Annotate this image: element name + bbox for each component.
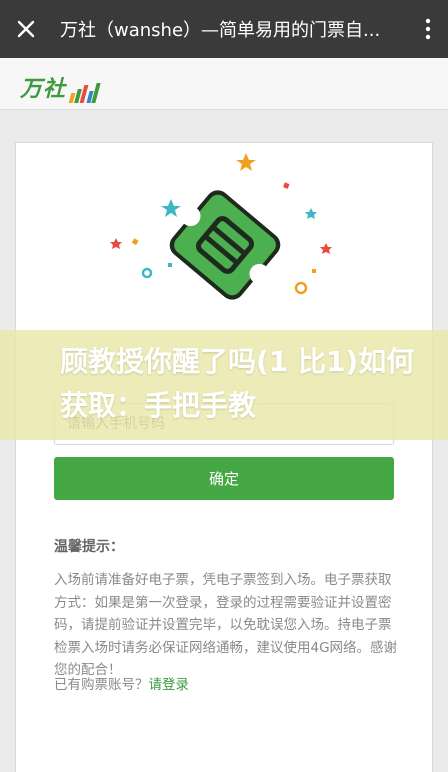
tips-title: 温馨提示： [54, 539, 124, 555]
top-bar: 万社（wanshe）—简单易用的门票自... [0, 0, 448, 58]
site-logo[interactable]: 万社 [20, 71, 101, 103]
login-link[interactable]: 请登录 [149, 677, 190, 693]
logo-bars-icon [68, 81, 101, 103]
confirm-button[interactable]: 确定 [54, 457, 394, 500]
ticket-icon [169, 190, 281, 300]
logo-text: 万社 [20, 77, 67, 102]
watermark-text: 顾教授你醒了吗(1 比1)如何获取：手把手教 [60, 345, 415, 422]
login-prompt: 已有购票账号？请登录 [54, 673, 189, 693]
close-button[interactable] [0, 0, 52, 58]
ticket-illustration [110, 153, 332, 300]
login-card: 确定 温馨提示： 入场前请准备好电子票，凭电子票签到入场。电子票获取方式：如果是… [15, 142, 433, 772]
site-header: 万社 [0, 58, 448, 110]
window-title: 万社（wanshe）—简单易用的门票自... [60, 20, 381, 41]
more-button[interactable] [408, 0, 448, 58]
more-vertical-icon [425, 18, 431, 40]
tips-body: 入场前请准备好电子票，凭电子票签到入场。电子票获取方式：如果是第一次登录，登录的… [54, 572, 398, 678]
watermark-banner: 顾教授你醒了吗(1 比1)如何获取：手把手教 [0, 330, 448, 440]
close-icon [17, 20, 35, 38]
login-prefix: 已有购票账号？ [54, 677, 149, 693]
